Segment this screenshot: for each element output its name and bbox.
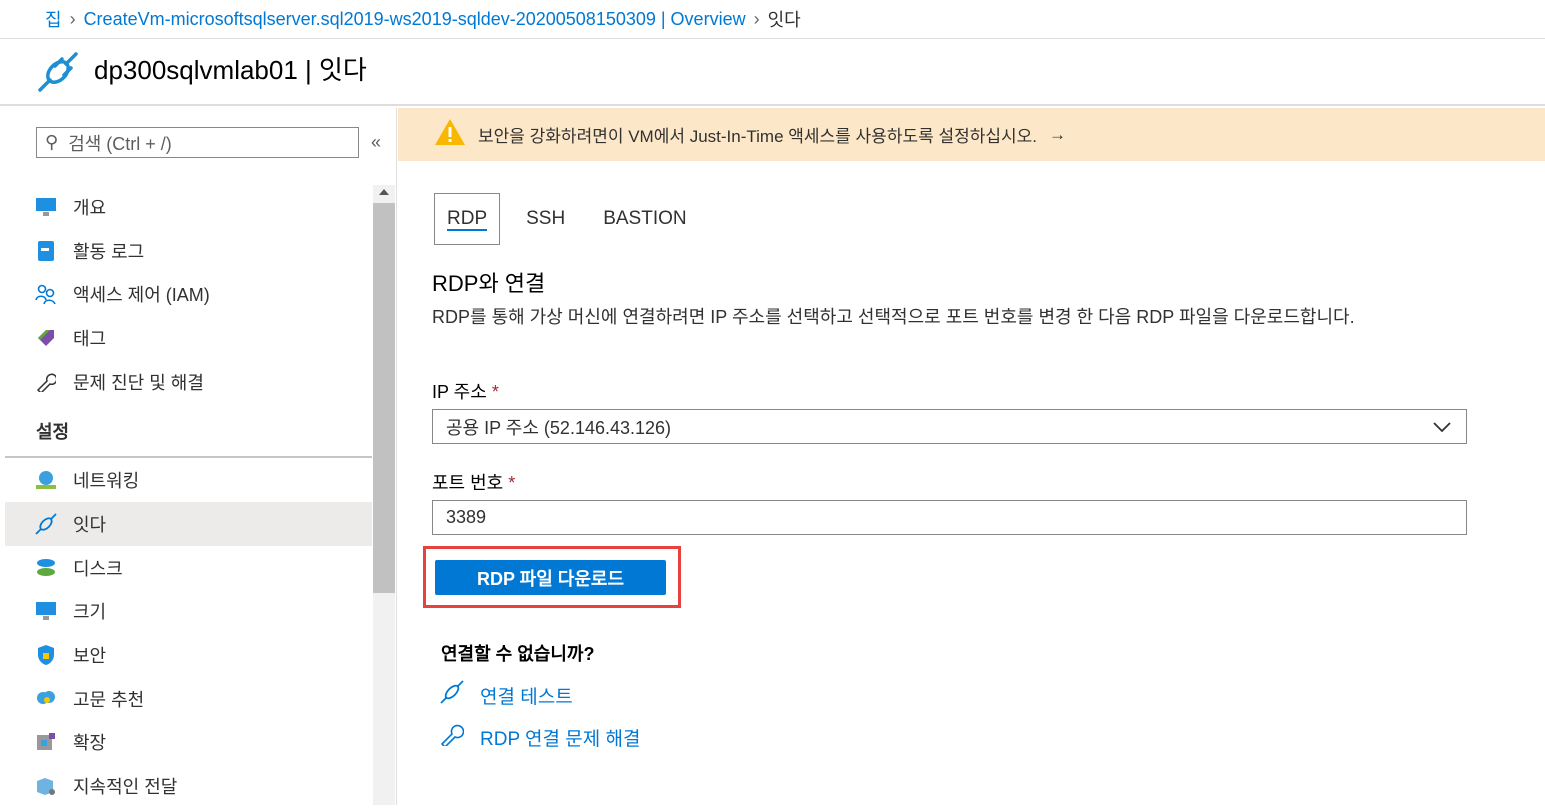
port-value: 3389 bbox=[446, 507, 487, 527]
description: RDP를 통해 가상 머신에 연결하려면 IP 주소를 선택하고 선택적으로 포… bbox=[432, 307, 1355, 327]
ip-address-value: 공용 IP 주소 (52.146.43.126) bbox=[446, 417, 672, 438]
plug-icon bbox=[35, 513, 57, 535]
section-settings: 설정 bbox=[5, 403, 372, 459]
sidebar-item-label: 활동 로그 bbox=[73, 241, 145, 262]
breadcrumb-current: 잇다 bbox=[767, 10, 801, 30]
chevron-right-icon: › bbox=[69, 8, 76, 29]
sidebar-item-advisor[interactable]: 고문 추천 bbox=[5, 677, 372, 721]
search-input[interactable]: ⚲ 검색 (Ctrl + /) bbox=[36, 127, 359, 158]
sidebar-item-activity-log[interactable]: 활동 로그 bbox=[5, 229, 372, 273]
scrollbar-thumb[interactable] bbox=[373, 203, 395, 593]
monitor-icon bbox=[35, 600, 57, 622]
log-icon bbox=[35, 240, 57, 262]
main-content: 보안을 강화하려면이 VM에서 Just-In-Time 액세스를 사용하도록 … bbox=[398, 108, 1545, 805]
port-input[interactable]: 3389 bbox=[432, 500, 1467, 535]
sidebar-item-label: 크기 bbox=[73, 602, 107, 623]
required-marker: * bbox=[508, 473, 516, 493]
sidebar-item-label: 디스크 bbox=[73, 558, 123, 579]
wrench-icon bbox=[35, 371, 57, 393]
sidebar-item-label: 개요 bbox=[73, 197, 107, 218]
tab-rdp[interactable]: RDP bbox=[434, 193, 501, 245]
sidebar-item-label: 보안 bbox=[73, 646, 107, 667]
sidebar-item-label: 지속적인 전달 bbox=[73, 777, 178, 798]
sidebar-item-label: 태그 bbox=[73, 328, 107, 349]
sidebar-scrollbar[interactable] bbox=[373, 185, 395, 805]
download-rdp-button[interactable]: RDP 파일 다운로드 bbox=[435, 560, 666, 595]
tab-ssh[interactable]: SSH bbox=[514, 193, 577, 245]
tab-bastion[interactable]: BASTION bbox=[591, 193, 698, 245]
warning-icon bbox=[434, 118, 466, 151]
page-title: dp300sqlvmlab01 | 잇다 bbox=[94, 55, 367, 85]
sidebar-item-label: 문제 진단 및 해결 bbox=[73, 372, 204, 393]
sidebar-item-diagnose[interactable]: 문제 진단 및 해결 bbox=[5, 360, 372, 404]
breadcrumb-home[interactable]: 집 bbox=[45, 6, 62, 32]
search-icon: ⚲ bbox=[45, 132, 59, 152]
network-icon bbox=[35, 469, 57, 491]
chevron-down-icon bbox=[1432, 416, 1452, 441]
shield-icon bbox=[35, 644, 57, 666]
link-label: 연결 테스트 bbox=[480, 686, 573, 708]
sidebar-item-label: 네트워킹 bbox=[73, 471, 140, 492]
collapse-sidebar-button[interactable]: « bbox=[371, 132, 381, 153]
sidebar-item-connect[interactable]: 잇다 bbox=[5, 502, 372, 546]
sidebar-item-iam[interactable]: 액세스 제어 (IAM) bbox=[5, 272, 372, 316]
link-label: RDP 연결 문제 해결 bbox=[480, 728, 641, 750]
search-placeholder: 검색 (Ctrl + /) bbox=[68, 133, 172, 154]
sidebar-item-networking[interactable]: 네트워킹 bbox=[5, 458, 372, 502]
jit-warning-banner[interactable]: 보안을 강화하려면이 VM에서 Just-In-Time 액세스를 사용하도록 … bbox=[398, 108, 1545, 161]
disk-icon bbox=[35, 557, 57, 579]
sidebar-item-label: 잇다 bbox=[73, 514, 107, 535]
ip-label: IP 주소 * bbox=[432, 378, 499, 404]
sidebar-item-label: 고문 추천 bbox=[73, 689, 145, 710]
monitor-icon bbox=[35, 196, 57, 218]
page-header: dp300sqlvmlab01 | 잇다 bbox=[0, 40, 1545, 106]
sidebar-item-overview[interactable]: 개요 bbox=[5, 185, 372, 229]
troubleshoot-rdp-link[interactable]: RDP 연결 문제 해결 bbox=[440, 722, 641, 752]
sidebar-item-tags[interactable]: 태그 bbox=[5, 316, 372, 360]
test-connection-link[interactable]: 연결 테스트 bbox=[440, 680, 573, 710]
tag-icon bbox=[35, 327, 57, 349]
plug-icon bbox=[440, 680, 464, 710]
arrow-right-icon: → bbox=[1049, 124, 1067, 144]
advisor-icon bbox=[35, 688, 57, 710]
extensions-icon bbox=[35, 731, 57, 753]
banner-text: 보안을 강화하려면이 VM에서 Just-In-Time 액세스를 사용하도록 … bbox=[478, 127, 1038, 146]
required-marker: * bbox=[491, 382, 499, 402]
chevron-right-icon: › bbox=[753, 8, 760, 29]
scroll-up-icon[interactable] bbox=[379, 189, 389, 195]
sidebar-item-continuous-delivery[interactable]: 지속적인 전달 bbox=[5, 764, 372, 808]
ip-address-select[interactable]: 공용 IP 주소 (52.146.43.126) bbox=[432, 409, 1467, 444]
breadcrumb-parent[interactable]: CreateVm-microsoftsqlserver.sql2019-ws20… bbox=[84, 9, 746, 30]
sidebar-item-label: 확장 bbox=[73, 733, 107, 754]
sidebar-item-disks[interactable]: 디스크 bbox=[5, 546, 372, 590]
sidebar-item-security[interactable]: 보안 bbox=[5, 633, 372, 677]
sidebar-item-label: 액세스 제어 (IAM) bbox=[73, 285, 210, 306]
users-icon bbox=[35, 283, 57, 305]
plug-icon bbox=[36, 50, 80, 99]
sidebar: ⚲ 검색 (Ctrl + /) « 개요 활동 로그 액세스 제어 (IAM) … bbox=[0, 108, 397, 805]
cant-connect-heading: 연결할 수 없습니까? bbox=[441, 644, 595, 664]
sidebar-item-extensions[interactable]: 확장 bbox=[5, 721, 372, 765]
ip-label-text: IP 주소 bbox=[432, 382, 487, 402]
port-label: 포트 번호 * bbox=[432, 469, 515, 495]
breadcrumb: 집 › CreateVm-microsoftsqlserver.sql2019-… bbox=[0, 0, 1545, 39]
wrench-icon bbox=[440, 722, 465, 752]
delivery-icon bbox=[35, 775, 57, 797]
port-label-text: 포트 번호 bbox=[432, 473, 504, 493]
section-heading: RDP와 연결 bbox=[432, 271, 546, 296]
sidebar-item-size[interactable]: 크기 bbox=[5, 590, 372, 634]
connection-tabs: RDP SSH BASTION bbox=[434, 193, 713, 245]
